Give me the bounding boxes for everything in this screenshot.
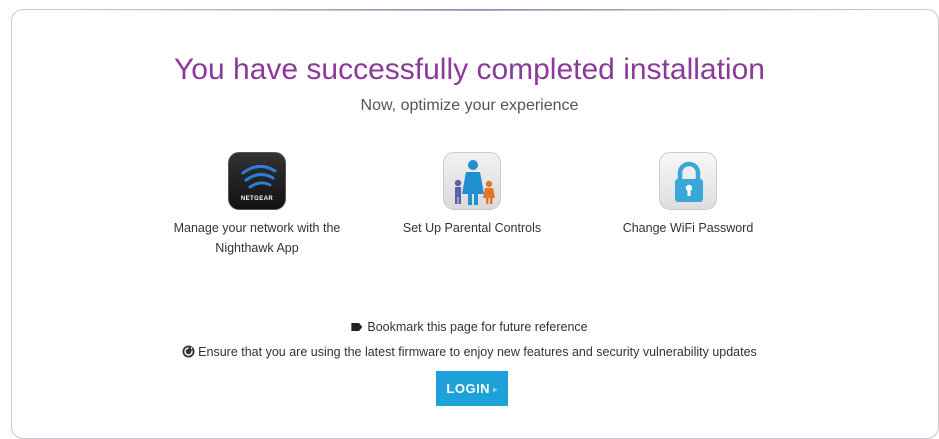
parental-controls-icon[interactable] bbox=[443, 152, 501, 210]
page-title: You have successfully completed installa… bbox=[174, 53, 765, 86]
bookmark-tag-icon bbox=[351, 323, 363, 331]
firmware-note: Ensure that you are using the latest fir… bbox=[0, 345, 939, 359]
top-divider bbox=[72, 9, 878, 11]
parental-controls-label: Set Up Parental Controls bbox=[402, 221, 542, 235]
netgear-brand-text: NETGEAR bbox=[240, 196, 274, 202]
firmware-text: Ensure that you are using the latest fir… bbox=[198, 345, 757, 359]
bookmark-note: Bookmark this page for future reference bbox=[0, 320, 939, 334]
arrow-right-icon: ▸ bbox=[493, 385, 498, 394]
lock-icon[interactable] bbox=[659, 152, 717, 210]
login-button[interactable]: LOGIN ▸ bbox=[436, 371, 508, 406]
parental-controls-option[interactable]: Set Up Parental Controls bbox=[378, 152, 566, 238]
nighthawk-app-label: Manage your network with the Nighthawk A… bbox=[162, 218, 352, 258]
netgear-app-icon[interactable]: NETGEAR bbox=[228, 152, 286, 210]
bookmark-text: Bookmark this page for future reference bbox=[367, 320, 588, 334]
nighthawk-label-line1: Manage your network with the bbox=[173, 221, 341, 235]
wifi-password-label: Change WiFi Password bbox=[622, 221, 754, 235]
nighthawk-label-line2: Nighthawk App bbox=[215, 241, 299, 255]
login-label: LOGIN bbox=[446, 381, 491, 396]
page-subtitle: Now, optimize your experience bbox=[360, 97, 579, 114]
nighthawk-app-option[interactable]: NETGEAR Manage your network with the Nig… bbox=[162, 152, 352, 258]
wifi-password-option[interactable]: Change WiFi Password bbox=[593, 152, 783, 238]
firmware-update-icon bbox=[182, 345, 195, 358]
